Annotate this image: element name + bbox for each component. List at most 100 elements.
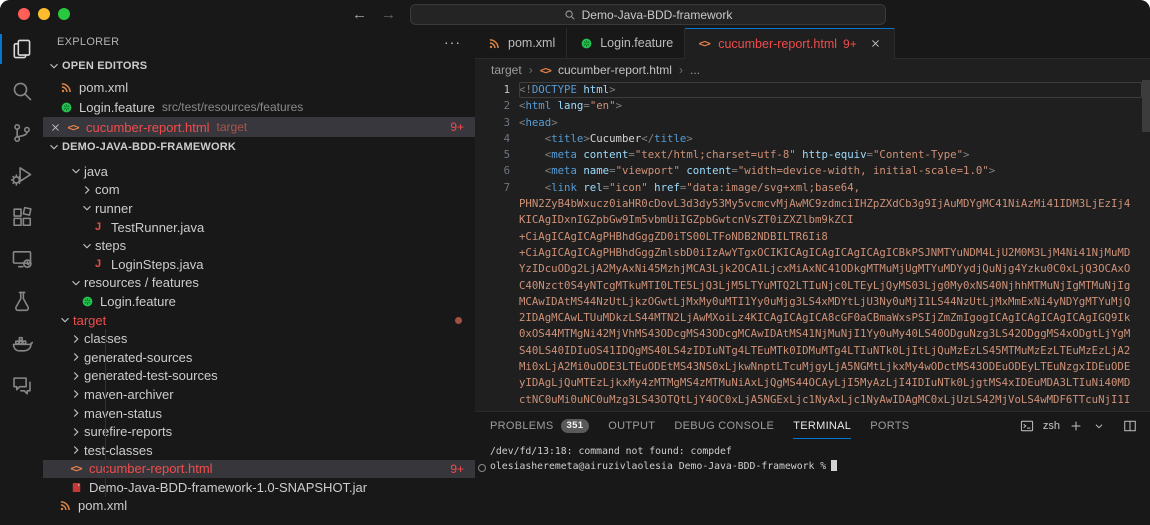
run-and-debug-icon[interactable]: [0, 154, 43, 196]
breadcrumb[interactable]: target › <> cucumber-report.html › ...: [475, 59, 1150, 81]
tree-label: test-classes: [84, 443, 153, 458]
tree-folder-steps[interactable]: steps: [43, 236, 475, 255]
open-editor-item[interactable]: pom.xml: [43, 77, 475, 97]
indent-guide: [105, 478, 106, 497]
command-center[interactable]: Demo-Java-BDD-framework: [410, 4, 886, 25]
chevron-down-icon: [57, 312, 73, 328]
tree-file-pom-xml[interactable]: pom.xml: [43, 497, 475, 516]
sidebar-title: EXPLORER: [57, 36, 119, 48]
chevron-right-icon: [68, 349, 84, 365]
explorer-icon[interactable]: [0, 28, 43, 70]
tree-folder-resources-features[interactable]: resources / features: [43, 274, 475, 293]
tab-pom-xml[interactable]: pom.xml: [475, 28, 567, 58]
breadcrumb-folder[interactable]: target: [491, 63, 522, 77]
line-number: 6: [475, 163, 519, 179]
panel-tab-terminal[interactable]: TERMINAL: [793, 412, 851, 439]
tree-file-testrunner-java[interactable]: JTestRunner.java: [43, 218, 475, 237]
panel-tab-debug-console[interactable]: DEBUG CONSOLE: [674, 412, 774, 439]
zoom-window-button[interactable]: [58, 8, 70, 20]
tab-cucumber-report-html[interactable]: <>cucumber-report.html9+: [685, 28, 894, 59]
activity-bar: [0, 28, 43, 525]
history-nav: ← →: [352, 0, 396, 28]
open-editor-item[interactable]: Login.featuresrc/test/resources/features: [43, 97, 475, 117]
tree-folder-generated-test-sources[interactable]: generated-test-sources: [43, 367, 475, 386]
indent-guide: [105, 422, 106, 441]
tree-folder-maven-status[interactable]: maven-status: [43, 404, 475, 423]
panel-tab-output[interactable]: OUTPUT: [608, 412, 655, 439]
tree-folder-target[interactable]: target: [43, 311, 475, 330]
panel-tab-label: DEBUG CONSOLE: [674, 420, 774, 432]
more-actions-icon[interactable]: ···: [444, 34, 461, 50]
tree-label: maven-status: [84, 406, 162, 421]
project-root-header[interactable]: DEMO-JAVA-BDD-FRAMEWORK: [43, 137, 475, 156]
tree-file-login-feature[interactable]: Login.feature: [43, 292, 475, 311]
chevron-right-icon: [68, 368, 84, 384]
line-number: 1: [475, 82, 519, 98]
indent-guide: [105, 460, 106, 479]
indent-guide: [105, 348, 106, 367]
chevron-right-icon: [68, 405, 84, 421]
panel-tab-problems[interactable]: PROBLEMS351: [490, 412, 589, 439]
line-number: 4: [475, 131, 519, 147]
tree-label: pom.xml: [78, 498, 127, 513]
shell-label: zsh: [1043, 420, 1060, 432]
code-line: 4 <title>Cucumber</title>: [475, 131, 1142, 147]
forward-arrow-icon[interactable]: →: [381, 6, 396, 23]
source-control-icon[interactable]: [0, 112, 43, 154]
back-arrow-icon[interactable]: ←: [352, 6, 367, 23]
tree-file-cucumber-report-html[interactable]: <>cucumber-report.html9+: [43, 460, 475, 479]
tree-label: Demo-Java-BDD-framework-1.0-SNAPSHOT.jar: [89, 480, 367, 495]
tree-file-demo-java-bdd-framework-1-0-snapshot-jar[interactable]: Demo-Java-BDD-framework-1.0-SNAPSHOT.jar: [43, 478, 475, 497]
panel-tabs: PROBLEMS351 OUTPUT DEBUG CONSOLE TERMINAL PO…: [475, 412, 1150, 439]
comments-icon[interactable]: [0, 364, 43, 406]
panel-actions: zsh: [1020, 419, 1150, 433]
tree-label: LoginSteps.java: [111, 257, 204, 272]
tree-folder-maven-archiver[interactable]: maven-archiver: [43, 385, 475, 404]
html-file-icon: <>: [540, 64, 551, 77]
docker-icon[interactable]: [0, 322, 43, 364]
tree-folder-surefire-reports[interactable]: surefire-reports: [43, 422, 475, 441]
panel-tab-ports[interactable]: PORTS: [870, 412, 909, 439]
code-line: 6 <meta name="viewport" content="width=d…: [475, 163, 1142, 179]
open-editor-item[interactable]: <>cucumber-report.htmltarget9+: [43, 117, 475, 137]
chevron-down-icon: [79, 238, 95, 254]
tab-login-feature[interactable]: Login.feature: [567, 28, 685, 58]
minimize-window-button[interactable]: [38, 8, 50, 20]
chevron-down-icon: [68, 275, 84, 291]
code-editor[interactable]: 1<!DOCTYPE html>2<html lang="en">3<head>…: [475, 80, 1142, 412]
code-line-wrapped: YzIDcuODg2LjA2MyAxNi45MzhjMCA3Ljk2OCA1Lj…: [475, 261, 1142, 277]
file-path-hint: src/test/resources/features: [162, 100, 303, 114]
java-icon: J: [95, 258, 101, 270]
terminal-output[interactable]: /dev/fd/13:18: command not found: compde…: [475, 443, 1150, 525]
breadcrumb-more[interactable]: ...: [690, 63, 700, 77]
open-editors-header[interactable]: OPEN EDITORS: [43, 55, 475, 77]
command-decoration-icon[interactable]: [478, 464, 486, 472]
tree-label: cucumber-report.html: [89, 461, 213, 476]
split-panel-icon[interactable]: [1123, 419, 1137, 433]
tree-file-loginsteps-java[interactable]: J LoginSteps.java: [43, 255, 475, 274]
new-terminal-icon[interactable]: [1069, 419, 1083, 433]
tree-folder-com[interactable]: com: [43, 181, 475, 200]
explorer-sidebar: EXPLORER ··· OPEN EDITORS pom.xmlLogin.f…: [43, 28, 476, 525]
tree-folder-generated-sources[interactable]: generated-sources: [43, 348, 475, 367]
testing-icon[interactable]: [0, 280, 43, 322]
search-icon[interactable]: [0, 70, 43, 112]
tree-label: java: [84, 164, 108, 179]
close-icon[interactable]: [47, 119, 63, 135]
scrollbar-thumb[interactable]: [1142, 80, 1150, 132]
close-icon[interactable]: [868, 36, 883, 51]
chevron-down-icon[interactable]: [1092, 419, 1106, 433]
code-line: 7 <link rel="icon" href="data:image/svg+…: [475, 180, 1142, 196]
jar-icon: [70, 481, 83, 494]
breadcrumb-file[interactable]: cucumber-report.html: [558, 63, 672, 77]
panel-tab-label: TERMINAL: [793, 420, 851, 432]
tree-folder-runner[interactable]: runner: [43, 199, 475, 218]
extensions-icon[interactable]: [0, 196, 43, 238]
tree-folder-classes[interactable]: classes: [43, 329, 475, 348]
file-label: cucumber-report.html: [86, 120, 210, 135]
tree-folder-java[interactable]: java: [43, 162, 475, 181]
open-editors-label: OPEN EDITORS: [62, 60, 147, 72]
close-window-button[interactable]: [18, 8, 30, 20]
remote-explorer-icon[interactable]: [0, 238, 43, 280]
tree-folder-test-classes[interactable]: test-classes: [43, 441, 475, 460]
